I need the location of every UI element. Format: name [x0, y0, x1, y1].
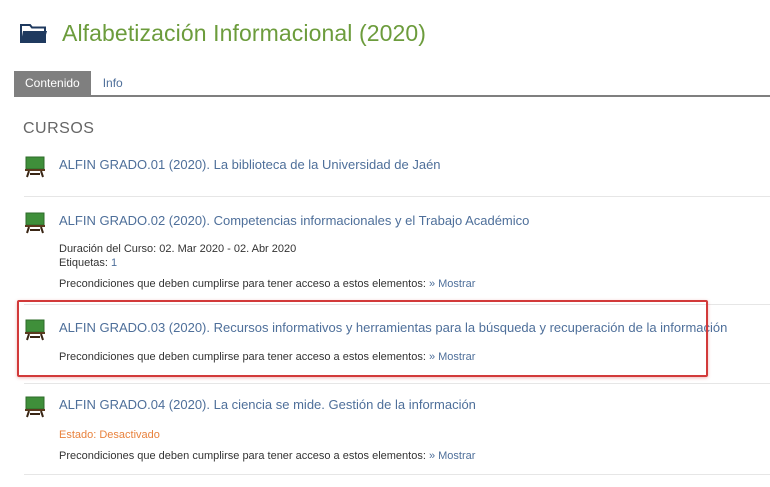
- divider: [24, 383, 770, 384]
- course-details: Estado: Desactivado Precondiciones que d…: [59, 428, 770, 463]
- course-preconditions: Precondiciones que deben cumplirse para …: [59, 350, 770, 364]
- course-duration: Duración del Curso: 02. Mar 2020 - 02. A…: [59, 243, 297, 255]
- course-title-link[interactable]: ALFIN GRADO.03 (2020). Recursos informat…: [59, 319, 727, 337]
- course-item: ALFIN GRADO.03 (2020). Recursos informat…: [24, 319, 770, 364]
- divider: [24, 196, 770, 197]
- course-title-link[interactable]: ALFIN GRADO.04 (2020). La ciencia se mid…: [59, 396, 476, 414]
- show-preconditions-link[interactable]: » Mostrar: [429, 351, 475, 363]
- preconditions-text: Precondiciones que deben cumplirse para …: [59, 351, 426, 363]
- page-title: Alfabetización Informacional (2020): [62, 19, 427, 46]
- course-item: ALFIN GRADO.02 (2020). Competencias info…: [24, 212, 770, 291]
- course-title-link[interactable]: ALFIN GRADO.01 (2020). La biblioteca de …: [59, 156, 441, 174]
- course-title-link[interactable]: ALFIN GRADO.02 (2020). Competencias info…: [59, 212, 529, 230]
- blackboard-icon: [25, 319, 45, 341]
- folder-icon: [20, 24, 47, 43]
- tab-contenido[interactable]: Contenido: [14, 71, 91, 95]
- course-preconditions: Precondiciones que deben cumplirse para …: [59, 277, 770, 291]
- course-details: Duración del Curso: 02. Mar 2020 - 02. A…: [59, 242, 770, 291]
- course-details: Precondiciones que deben cumplirse para …: [59, 350, 770, 364]
- blackboard-icon: [25, 212, 45, 234]
- tag-link[interactable]: 1: [111, 257, 117, 269]
- course-status: Estado: Desactivado: [59, 429, 160, 441]
- tab-bar: Contenido Info: [14, 71, 770, 97]
- preconditions-text: Precondiciones que deben cumplirse para …: [59, 450, 426, 462]
- show-preconditions-link[interactable]: » Mostrar: [429, 278, 475, 290]
- course-item: ALFIN GRADO.01 (2020). La biblioteca de …: [24, 156, 770, 178]
- tags-label: Etiquetas:: [59, 257, 108, 269]
- course-tags: Etiquetas: 1: [59, 256, 770, 270]
- section-title: CURSOS: [23, 120, 95, 137]
- blackboard-icon: [25, 156, 45, 178]
- show-preconditions-link[interactable]: » Mostrar: [429, 450, 475, 462]
- divider: [24, 474, 770, 475]
- page-header: Alfabetización Informacional (2020): [20, 16, 426, 50]
- tab-info[interactable]: Info: [91, 71, 134, 95]
- preconditions-text: Precondiciones que deben cumplirse para …: [59, 278, 426, 290]
- course-preconditions: Precondiciones que deben cumplirse para …: [59, 449, 770, 463]
- course-item: ALFIN GRADO.04 (2020). La ciencia se mid…: [24, 396, 770, 463]
- blackboard-icon: [25, 396, 45, 418]
- divider: [24, 304, 770, 305]
